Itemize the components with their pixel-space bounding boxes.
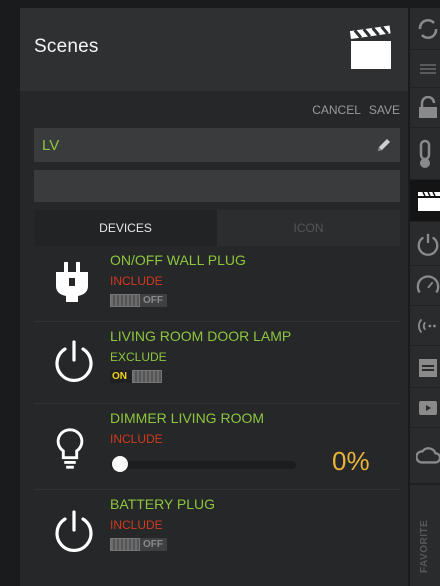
device-name: BATTERY PLUG [110,496,216,512]
sidebar-item-menu[interactable] [410,50,440,88]
scene-editor-panel: Scenes CANCEL SAVE LV DEVICES ICON ON/OF… [20,8,408,586]
scene-name-field[interactable]: LV [34,128,400,162]
save-button[interactable]: SAVE [369,103,400,117]
device-status[interactable]: INCLUDE [110,518,163,532]
sidebar-item-favorite[interactable]: FAVORITE [410,484,440,586]
plug-icon [56,262,88,302]
sidebar-item-scenes[interactable] [410,180,440,222]
sidebar-item-calendar[interactable] [410,346,440,388]
clapperboard-icon [349,25,391,69]
video-icon [419,400,437,415]
sidebar-item-thermometer[interactable] [410,128,440,180]
toggle-knob [132,370,162,383]
clapperboard-icon [418,191,440,211]
lock-icon [419,95,437,118]
menu-icon [420,63,436,74]
scene-name-value: LV [42,137,60,154]
header: Scenes [20,8,408,91]
device-toggle[interactable]: OFF [110,538,167,551]
power-icon [55,510,93,553]
scene-description-field[interactable] [34,170,400,202]
device-status[interactable]: INCLUDE [110,432,163,446]
toggle-knob [110,538,140,551]
toggle-label: ON [110,370,132,383]
device-name: DIMMER LIVING ROOM [110,410,265,426]
device-toggle[interactable]: OFF [110,294,167,307]
device-row: ON/OFF WALL PLUG INCLUDE OFF [34,246,400,322]
device-row: DIMMER LIVING ROOM INCLUDE 0% [34,404,400,490]
right-sidebar: FAVORITE [410,8,440,586]
tab-icon[interactable]: ICON [217,210,400,246]
device-toggle[interactable]: ON [110,370,162,383]
cloud-icon [416,446,440,464]
cancel-button[interactable]: CANCEL [312,103,361,117]
header-actions: CANCEL SAVE [312,103,400,117]
toggle-label: OFF [140,294,167,307]
pencil-icon[interactable] [376,137,392,153]
sidebar-item-signal[interactable] [410,306,440,346]
page-title: Scenes [34,36,99,57]
power-icon [55,340,93,383]
power-icon [417,233,439,256]
device-status[interactable]: EXCLUDE [110,350,167,364]
dimmer-level: 0% [332,446,370,476]
device-status[interactable]: INCLUDE [110,274,163,288]
thermometer-icon [419,139,431,168]
sidebar-item-power[interactable] [410,222,440,266]
sync-icon [418,18,438,39]
tab-devices[interactable]: DEVICES [34,210,217,246]
toggle-label: OFF [140,538,167,551]
device-row: BATTERY PLUG INCLUDE OFF [34,490,400,574]
sidebar-item-video[interactable] [410,388,440,428]
signal-icon [417,318,436,333]
dimmer-slider[interactable] [110,461,296,469]
bulb-icon [56,428,84,469]
calendar-icon [419,358,437,377]
dimmer-slider-knob[interactable] [112,456,128,472]
sidebar-item-sync[interactable] [410,8,440,50]
toggle-knob [110,294,140,307]
sidebar-item-cloud[interactable] [410,428,440,484]
sidebar-item-gauge[interactable] [410,266,440,306]
device-row: LIVING ROOM DOOR LAMP EXCLUDE ON [34,322,400,404]
favorite-label: FAVORITE [419,519,430,573]
device-name: LIVING ROOM DOOR LAMP [110,328,292,344]
tab-bar: DEVICES ICON [34,210,400,246]
sidebar-item-lock[interactable] [410,88,440,128]
gauge-icon [416,274,440,293]
device-name: ON/OFF WALL PLUG [110,252,246,268]
